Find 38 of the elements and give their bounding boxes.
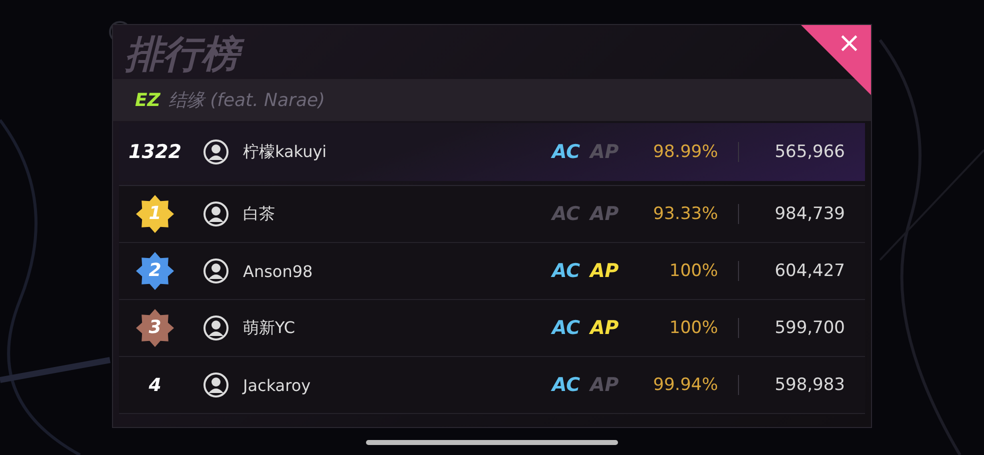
player-name: 柠檬kakuyi — [243, 142, 328, 162]
rank-number: 1322 — [128, 141, 182, 163]
achievement-label: AP — [590, 203, 619, 225]
score: 604,427 — [774, 261, 845, 281]
score: 984,739 — [774, 204, 845, 224]
avatar-icon — [203, 258, 229, 284]
player-name: 萌新YC — [243, 318, 296, 338]
accuracy: 100% — [668, 318, 718, 338]
avatar-icon — [203, 201, 229, 227]
rank-number: 1 — [148, 202, 162, 226]
achievement-label: AP — [590, 141, 619, 163]
leaderboard-title: 排行榜 — [121, 29, 249, 79]
avatar-icon — [203, 139, 229, 165]
score: 565,966 — [774, 142, 845, 162]
player-name: 白茶 — [243, 204, 276, 224]
player-name: Anson98 — [243, 262, 314, 280]
accuracy: 98.99% — [652, 142, 718, 162]
player-name: Jackaroy — [243, 376, 312, 394]
achievement-label: AC — [552, 203, 580, 225]
song-title: 结缘 (feat. Narae) — [168, 89, 326, 112]
difficulty-label: EZ — [135, 90, 160, 110]
achievement-label: AC — [552, 141, 580, 163]
achievement-label: AC — [552, 317, 580, 339]
achievement-label: AP — [590, 317, 619, 339]
rank-number: 2 — [148, 259, 162, 283]
avatar-icon — [203, 372, 229, 398]
achievement-label: AC — [552, 260, 580, 282]
rank-number: 4 — [148, 374, 162, 396]
rank-number: 3 — [148, 316, 162, 340]
achievement-label: AP — [590, 374, 619, 396]
avatar-icon — [203, 315, 229, 341]
achievement-label: AC — [552, 374, 580, 396]
score: 598,983 — [774, 375, 845, 395]
accuracy: 93.33% — [652, 204, 718, 224]
achievement-label: AP — [590, 260, 619, 282]
accuracy: 100% — [668, 261, 718, 281]
score: 599,700 — [774, 318, 845, 338]
accuracy: 99.94% — [652, 375, 718, 395]
